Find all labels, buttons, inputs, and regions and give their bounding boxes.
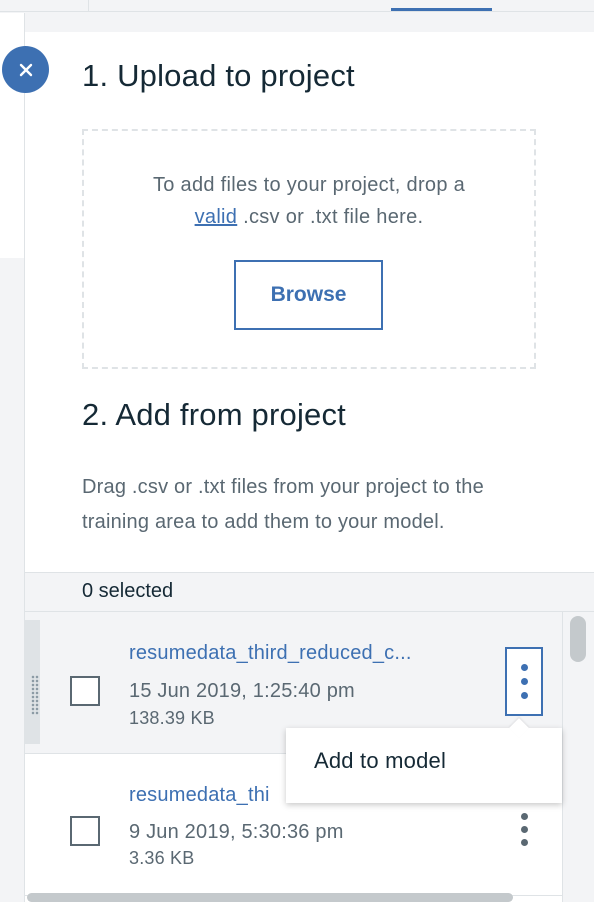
overflow-menu-button[interactable] xyxy=(505,647,543,716)
drag-handle[interactable] xyxy=(25,620,40,744)
overflow-menu-icon xyxy=(520,664,528,671)
add-from-project-heading: 2. Add from project xyxy=(82,397,346,432)
close-icon xyxy=(19,63,32,76)
selection-bar: 0 selected xyxy=(25,572,594,612)
browse-button[interactable]: Browse xyxy=(234,260,383,330)
file-date: 15 Jun 2019, 1:25:40 pm xyxy=(129,680,355,702)
file-size: 138.39 KB xyxy=(129,708,215,728)
file-checkbox[interactable] xyxy=(70,816,100,846)
drop-text-before: To add files to your project, drop a xyxy=(152,174,466,196)
file-date: 9 Jun 2019, 5:30:36 pm xyxy=(129,821,344,843)
context-menu[interactable]: Add to model xyxy=(286,728,562,803)
drop-instructions: To add files to your project, drop a val… xyxy=(84,169,534,233)
file-drop-zone[interactable]: To add files to your project, drop a val… xyxy=(82,129,536,369)
add-from-project-description: Drag .csv or .txt files from your projec… xyxy=(82,476,484,533)
upload-heading: 1. Upload to project xyxy=(82,58,355,93)
close-button[interactable] xyxy=(2,46,49,93)
file-name-link[interactable]: resumedata_third_reduced_c... xyxy=(129,642,412,665)
overflow-menu-icon xyxy=(520,812,528,820)
drag-handle-icon xyxy=(31,675,39,715)
tab-divider xyxy=(88,0,89,12)
horizontal-scrollbar-thumb[interactable] xyxy=(27,893,513,902)
file-name-link[interactable]: resumedata_thi xyxy=(129,784,270,807)
add-to-model-menu-item[interactable]: Add to model xyxy=(314,748,446,774)
drop-text-after: .csv or .txt file here. xyxy=(243,206,424,228)
top-tab-bar xyxy=(0,0,594,12)
overflow-menu-button[interactable] xyxy=(505,799,543,859)
active-tab-indicator xyxy=(391,8,492,11)
vertical-scrollbar-thumb[interactable] xyxy=(570,616,586,662)
selected-count: 0 selected xyxy=(82,580,174,602)
valid-link[interactable]: valid xyxy=(195,206,238,228)
file-size: 3.36 KB xyxy=(129,848,195,868)
file-checkbox[interactable] xyxy=(70,676,100,706)
